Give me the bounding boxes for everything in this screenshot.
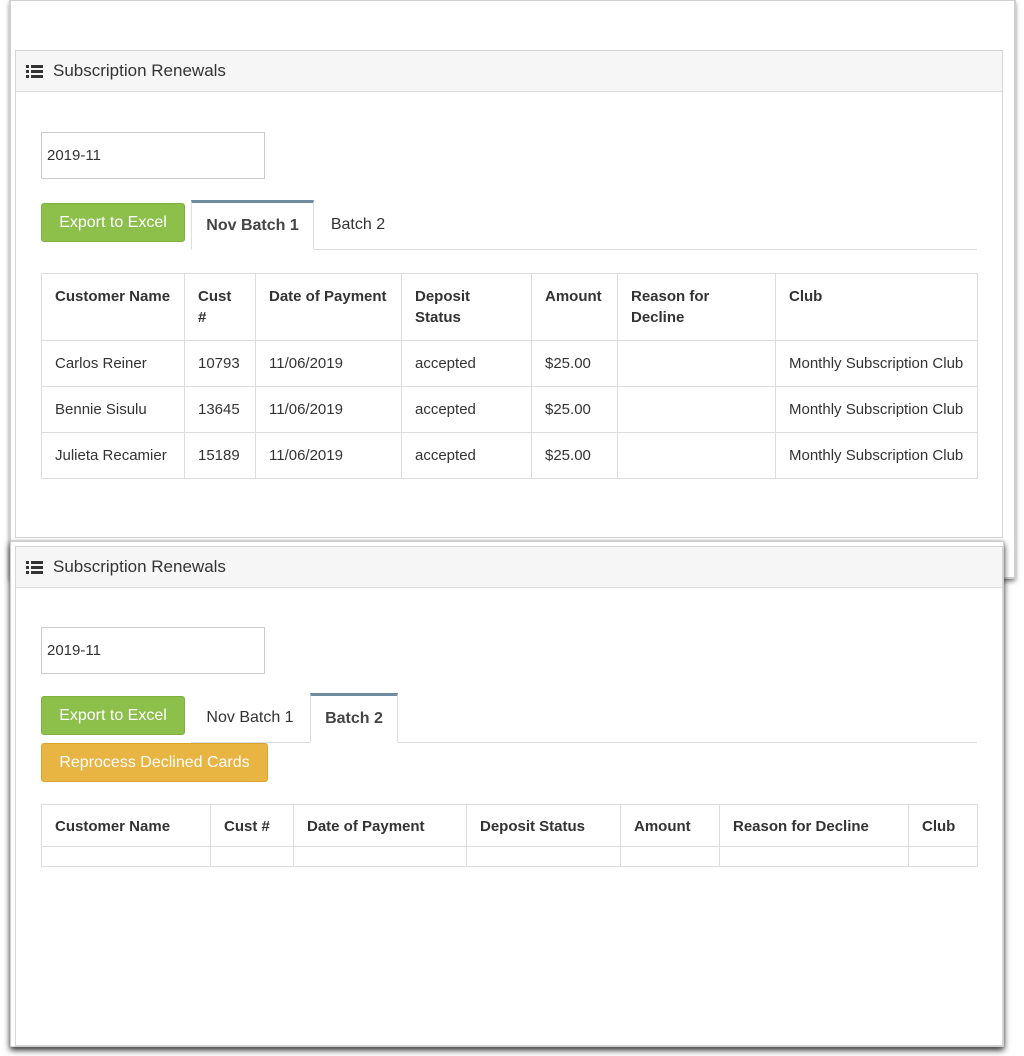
screenshot-batch-2: Subscription Renewals Export to Excel No…: [10, 541, 1004, 1047]
table-header-row: Customer Name Cust # Date of Payment Dep…: [41, 273, 978, 341]
empty-table-row: [41, 846, 978, 867]
empty-cell: [719, 846, 909, 867]
subscription-renewals-panel: Subscription Renewals Export to Excel No…: [15, 50, 1003, 538]
screenshot-nov-batch-1: Subscription Renewals Export to Excel No…: [10, 0, 1015, 578]
month-input[interactable]: [41, 627, 265, 674]
cell-amount: $25.00: [531, 432, 618, 479]
cell-reason-for-decline: [617, 432, 776, 479]
empty-cell: [210, 846, 294, 867]
col-amount[interactable]: Amount: [620, 804, 720, 847]
renewals-table: Customer Name Cust # Date of Payment Dep…: [41, 804, 978, 867]
col-reason-for-decline[interactable]: Reason for Decline: [719, 804, 909, 847]
col-customer-name[interactable]: Customer Name: [41, 273, 185, 341]
col-date-of-payment[interactable]: Date of Payment: [293, 804, 467, 847]
table-row: Julieta Recamier 15189 11/06/2019 accept…: [41, 432, 978, 479]
col-date-of-payment[interactable]: Date of Payment: [255, 273, 402, 341]
empty-cell: [293, 846, 467, 867]
export-to-excel-button[interactable]: Export to Excel: [41, 696, 185, 735]
batch-tabs: Nov Batch 1 Batch 2: [191, 200, 977, 250]
panel-heading: Subscription Renewals: [16, 547, 1002, 588]
cell-reason-for-decline: [617, 386, 776, 433]
tab-batch-2[interactable]: Batch 2: [314, 200, 402, 250]
cell-deposit-status: accepted: [401, 340, 532, 387]
cell-date-of-payment: 11/06/2019: [255, 386, 402, 433]
cell-customer-name: Bennie Sisulu: [41, 386, 185, 433]
cell-amount: $25.00: [531, 386, 618, 433]
cell-cust-number: 13645: [184, 386, 256, 433]
empty-cell: [620, 846, 720, 867]
empty-cell: [466, 846, 621, 867]
col-cust-number[interactable]: Cust #: [210, 804, 294, 847]
col-deposit-status[interactable]: Deposit Status: [401, 273, 532, 341]
tab-label: Nov Batch 1: [206, 217, 299, 234]
cell-club: Monthly Subscription Club: [775, 432, 978, 479]
screenshot-stage: Subscription Renewals Export to Excel No…: [0, 0, 1024, 1056]
cell-customer-name: Julieta Recamier: [41, 432, 185, 479]
tab-nov-batch-1[interactable]: Nov Batch 1: [191, 693, 309, 743]
cell-deposit-status: accepted: [401, 386, 532, 433]
cell-date-of-payment: 11/06/2019: [255, 432, 402, 479]
empty-cell: [908, 846, 978, 867]
col-reason-for-decline[interactable]: Reason for Decline: [617, 273, 776, 341]
batch-tabs: Nov Batch 1 Batch 2: [191, 692, 977, 743]
renewals-table: Customer Name Cust # Date of Payment Dep…: [41, 273, 978, 479]
panel-title: Subscription Renewals: [53, 61, 226, 80]
cell-date-of-payment: 11/06/2019: [255, 340, 402, 387]
col-club[interactable]: Club: [775, 273, 978, 341]
empty-cell: [41, 846, 211, 867]
month-input[interactable]: [41, 132, 265, 179]
reprocess-declined-cards-label: Reprocess Declined Cards: [59, 753, 250, 771]
export-to-excel-label: Export to Excel: [59, 706, 167, 724]
col-club[interactable]: Club: [908, 804, 978, 847]
cell-cust-number: 15189: [184, 432, 256, 479]
cell-club: Monthly Subscription Club: [775, 340, 978, 387]
col-customer-name[interactable]: Customer Name: [41, 804, 211, 847]
cell-reason-for-decline: [617, 340, 776, 387]
table-header-row: Customer Name Cust # Date of Payment Dep…: [41, 804, 978, 847]
list-icon: [26, 560, 43, 574]
cell-cust-number: 10793: [184, 340, 256, 387]
list-icon: [26, 64, 43, 78]
col-deposit-status[interactable]: Deposit Status: [466, 804, 621, 847]
export-to-excel-button[interactable]: Export to Excel: [41, 203, 185, 242]
tab-label: Nov Batch 1: [206, 709, 294, 726]
tab-label: Batch 2: [325, 710, 383, 727]
export-to-excel-label: Export to Excel: [59, 213, 167, 231]
panel-heading: Subscription Renewals: [16, 51, 1002, 92]
col-amount[interactable]: Amount: [531, 273, 618, 341]
subscription-renewals-panel: Subscription Renewals Export to Excel No…: [15, 546, 1003, 1046]
table-row: Carlos Reiner 10793 11/06/2019 accepted …: [41, 340, 978, 387]
tab-label: Batch 2: [330, 216, 386, 233]
cell-deposit-status: accepted: [401, 432, 532, 479]
cell-club: Monthly Subscription Club: [775, 386, 978, 433]
cell-customer-name: Carlos Reiner: [41, 340, 185, 387]
col-cust-number[interactable]: Cust #: [184, 273, 256, 341]
table-row: Bennie Sisulu 13645 11/06/2019 accepted …: [41, 386, 978, 433]
reprocess-declined-cards-button[interactable]: Reprocess Declined Cards: [41, 743, 268, 782]
tab-batch-2[interactable]: Batch 2: [310, 693, 398, 743]
panel-title: Subscription Renewals: [53, 557, 226, 576]
cell-amount: $25.00: [531, 340, 618, 387]
tab-nov-batch-1[interactable]: Nov Batch 1: [191, 200, 314, 250]
